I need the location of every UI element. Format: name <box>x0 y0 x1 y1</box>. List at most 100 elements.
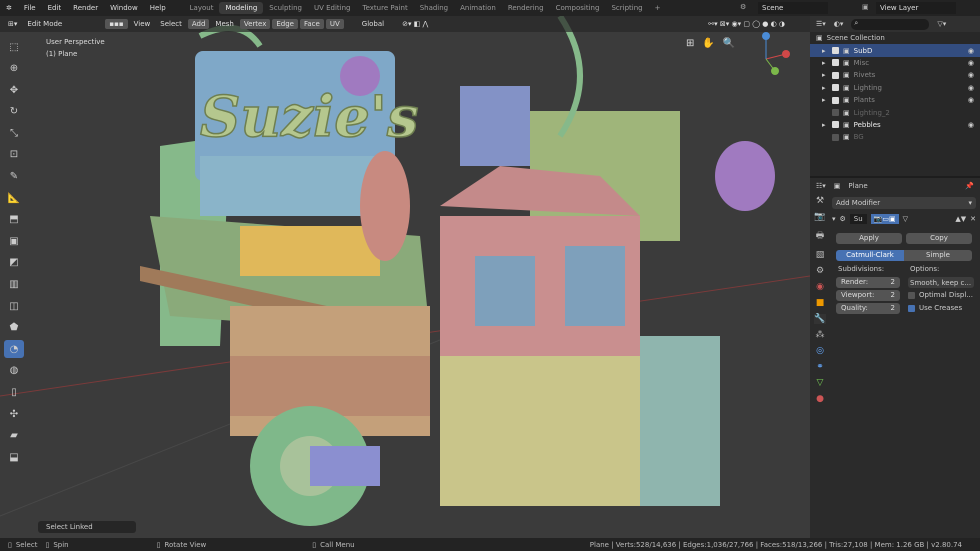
poly-build-icon[interactable]: ⬟ <box>4 319 24 337</box>
3d-viewport[interactable]: Suzie's User Perspective (1) Plane Selec… <box>0 16 810 538</box>
exclude-checkbox[interactable] <box>832 109 839 117</box>
rotate-icon[interactable]: ↻ <box>4 103 24 121</box>
modifier-tab-icon[interactable]: 🔧 <box>814 314 826 324</box>
outliner-item-bg[interactable]: ▣ BG <box>810 131 980 143</box>
exclude-checkbox[interactable] <box>832 133 839 141</box>
cage-icon[interactable]: ▽ <box>903 215 908 223</box>
outliner-item-pebbles[interactable]: ▸ ▣ Pebbles ◉ <box>810 119 980 131</box>
tool-tab-icon[interactable]: ⚒ <box>816 196 824 206</box>
object-tab-icon[interactable]: ■ <box>816 298 825 308</box>
move-up-down-icon[interactable]: ▲▼ <box>955 215 966 223</box>
tab-sculpting[interactable]: Sculpting <box>263 2 308 14</box>
visibility-eye-icon[interactable]: ◉ <box>968 84 974 92</box>
smooth-icon[interactable]: ◍ <box>4 362 24 380</box>
funnel-icon[interactable]: ▽▾ <box>937 20 946 28</box>
inset-icon[interactable]: ▣ <box>4 232 24 250</box>
transform-icon[interactable]: ⊡ <box>4 146 24 164</box>
tab-rendering[interactable]: Rendering <box>502 2 550 14</box>
overlay-icons[interactable]: ⚯▾ ⊠▾ ◉▾ ▢ ◯ ● ◐ ◑ <box>704 19 789 29</box>
viewport-nav-buttons[interactable]: ⊞✋🔍 <box>686 38 743 49</box>
blender-logo-icon[interactable]: ✲ <box>0 4 18 12</box>
expand-arrow-icon[interactable]: ▸ <box>822 59 828 67</box>
exclude-checkbox[interactable] <box>832 59 839 67</box>
display-toggles[interactable]: 📷▭▣ <box>870 214 899 224</box>
view-layer-field[interactable]: View Layer <box>876 2 956 14</box>
outliner-item-lighting_2[interactable]: ▣ Lighting_2 <box>810 106 980 118</box>
rip-icon[interactable]: ⬓ <box>4 448 24 466</box>
data-tab-icon[interactable]: ▽ <box>817 378 824 388</box>
render-tab-icon[interactable]: 📷 <box>814 212 825 222</box>
expand-arrow-icon[interactable]: ▸ <box>822 47 828 55</box>
tab-uv-editing[interactable]: UV Editing <box>308 2 357 14</box>
menu-edge[interactable]: Edge <box>272 19 298 29</box>
expand-arrow-icon[interactable]: ▸ <box>822 121 828 129</box>
tab-layout[interactable]: Layout <box>184 2 220 14</box>
render-levels-field[interactable]: Render: 2 <box>836 277 900 288</box>
bevel-icon[interactable]: ◩ <box>4 254 24 272</box>
expand-arrow-icon[interactable]: ▸ <box>822 96 828 104</box>
quality-field[interactable]: Quality: 2 <box>836 303 900 314</box>
pin-icon[interactable]: 📌 <box>965 182 974 190</box>
uv-smooth-dropdown[interactable]: Smooth, keep c... <box>908 277 974 288</box>
tab-animation[interactable]: Animation <box>454 2 502 14</box>
add-workspace-button[interactable]: + <box>649 2 667 14</box>
viewport-levels-field[interactable]: Viewport: 2 <box>836 290 900 301</box>
copy-button[interactable]: Copy <box>906 233 972 244</box>
material-tab-icon[interactable]: ● <box>816 394 824 404</box>
exclude-checkbox[interactable] <box>832 47 839 55</box>
cursor-icon[interactable]: ⊕ <box>4 60 24 78</box>
menu-face[interactable]: Face <box>300 19 324 29</box>
visibility-eye-icon[interactable]: ◉ <box>968 71 974 79</box>
visibility-eye-icon[interactable]: ◉ <box>968 121 974 129</box>
visibility-eye-icon[interactable]: ◉ <box>968 47 974 55</box>
menu-view[interactable]: View <box>130 19 155 29</box>
modifier-name-field[interactable]: Su <box>849 214 867 224</box>
visibility-eye-icon[interactable]: ◉ <box>968 59 974 67</box>
scene-tab-icon[interactable]: ⚙ <box>816 266 824 276</box>
menu-render[interactable]: Render <box>67 4 104 12</box>
simple-button[interactable]: Simple <box>904 250 972 261</box>
scene-field[interactable]: Scene <box>758 2 828 14</box>
exclude-checkbox[interactable] <box>832 84 839 92</box>
last-operator-panel[interactable]: Select Linked <box>38 521 136 533</box>
exclude-checkbox[interactable] <box>832 121 839 129</box>
menu-file[interactable]: File <box>18 4 42 12</box>
menu-uv[interactable]: UV <box>325 19 344 29</box>
spin-icon[interactable]: ◔ <box>4 340 24 359</box>
menu-vertex[interactable]: Vertex <box>239 19 271 29</box>
apply-button[interactable]: Apply <box>836 233 902 244</box>
collapse-arrow-icon[interactable]: ▾ <box>832 215 836 223</box>
view-layer-tab-icon[interactable]: ▧ <box>816 250 825 260</box>
outliner-item-subd[interactable]: ▸ ▣ SubD ◉ <box>810 44 980 57</box>
physics-tab-icon[interactable]: ◎ <box>816 346 824 356</box>
add-modifier-dropdown[interactable]: Add Modifier ▾ <box>832 197 976 209</box>
menu-window[interactable]: Window <box>104 4 144 12</box>
scale-icon[interactable]: ⤡ <box>4 124 24 142</box>
menu-select[interactable]: Select <box>156 19 186 29</box>
mode-dropdown[interactable]: Edit Mode <box>23 19 103 29</box>
expand-arrow-icon[interactable]: ▸ <box>822 71 828 79</box>
menu-add[interactable]: Add <box>187 19 210 29</box>
move-icon[interactable]: ✥ <box>4 81 24 99</box>
output-tab-icon[interactable]: 🖶 <box>816 228 825 244</box>
navigation-gizmo[interactable] <box>762 32 790 75</box>
outliner-item-rivets[interactable]: ▸ ▣ Rivets ◉ <box>810 69 980 81</box>
world-tab-icon[interactable]: ◉ <box>816 282 824 292</box>
exclude-checkbox[interactable] <box>832 96 839 104</box>
catmull-clark-button[interactable]: Catmull-Clark <box>836 250 904 261</box>
exclude-checkbox[interactable] <box>832 71 839 79</box>
measure-icon[interactable]: 📐 <box>4 189 24 207</box>
orientation-dropdown[interactable]: Global <box>358 19 388 29</box>
tab-compositing[interactable]: Compositing <box>550 2 606 14</box>
extrude-icon[interactable]: ⬒ <box>4 211 24 229</box>
menu-edit[interactable]: Edit <box>42 4 68 12</box>
outliner-item-lighting[interactable]: ▸ ▣ Lighting ◉ <box>810 82 980 94</box>
filter-icon[interactable]: ◐▾ <box>834 20 844 28</box>
scene-collection[interactable]: ▣ Scene Collection <box>810 32 980 44</box>
display-mode-icon[interactable]: ☰▾ <box>816 20 826 28</box>
shrink-fatten-icon[interactable]: ✣ <box>4 405 24 423</box>
optimal-display-checkbox[interactable]: Optimal Displ... <box>908 291 973 299</box>
visibility-eye-icon[interactable]: ◉ <box>968 96 974 104</box>
annotate-icon[interactable]: ✎ <box>4 168 24 186</box>
loop-cut-icon[interactable]: ▥ <box>4 276 24 294</box>
